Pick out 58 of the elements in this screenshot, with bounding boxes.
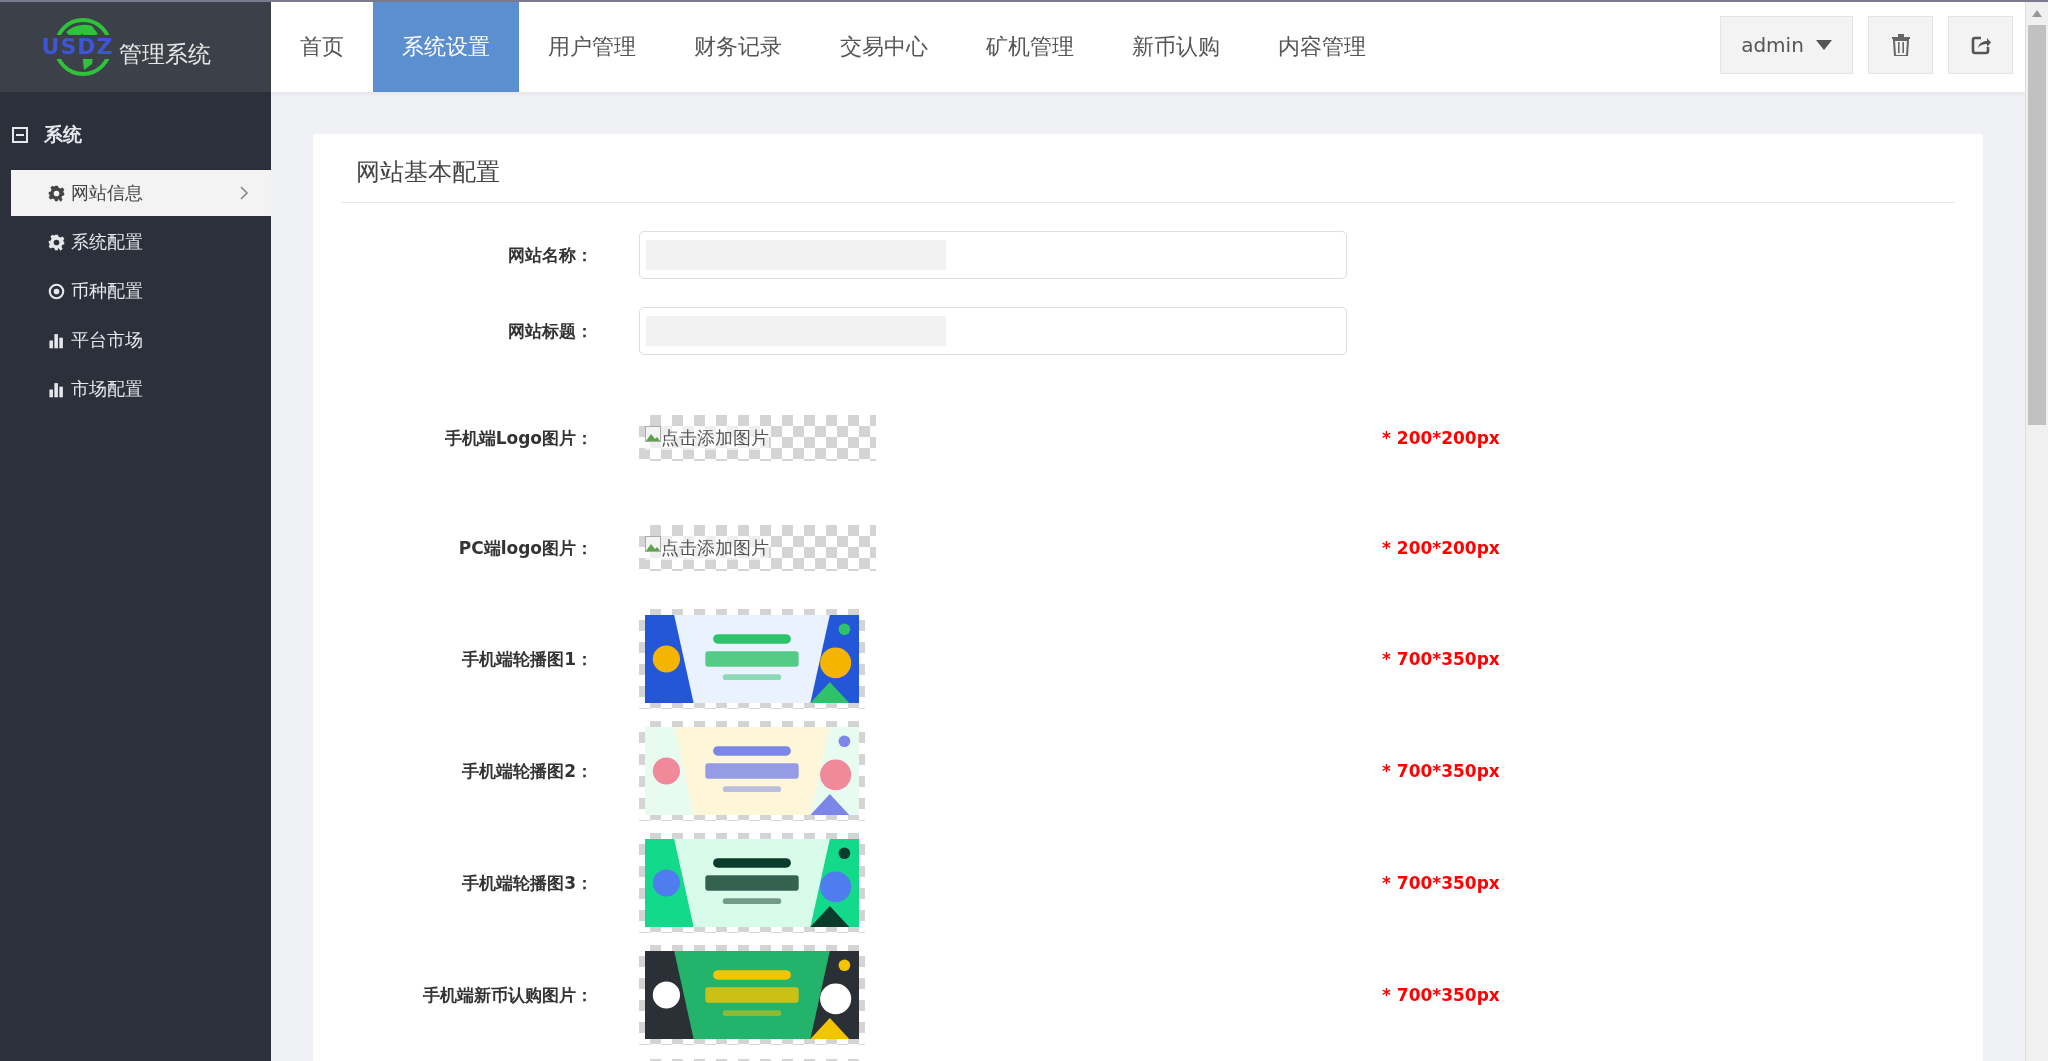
nav-tab[interactable]: 新币认购 — [1103, 2, 1249, 92]
sidebar-item[interactable]: 市场配置 — [11, 366, 271, 412]
nav-tab[interactable]: 用户管理 — [519, 2, 665, 92]
field-label: 手机端轮播图3： — [461, 871, 593, 895]
nav-tab[interactable]: 财务记录 — [665, 2, 811, 92]
item-label: 系统配置 — [71, 230, 143, 254]
nav-tab[interactable]: 首页 — [271, 2, 373, 92]
size-hint: * 200*200px — [1382, 428, 1500, 448]
nav-tab[interactable]: 内容管理 — [1249, 2, 1395, 92]
item-label: 平台市场 — [71, 328, 143, 352]
sidebar-group[interactable]: 系统 — [0, 120, 271, 150]
share-button[interactable] — [1948, 16, 2013, 74]
panel-title: 网站基本配置 — [341, 134, 1955, 203]
field-label: 手机端轮播图2： — [461, 759, 593, 783]
broken-image-icon — [645, 426, 661, 442]
caret-icon — [1815, 40, 1832, 50]
nav-tab[interactable]: 交易中心 — [811, 2, 957, 92]
image-upload[interactable]: 点击添加图片 — [639, 415, 876, 461]
field-label: 手机端轮播图1： — [461, 647, 593, 671]
sidebar-item[interactable]: 币种配置 — [11, 268, 271, 314]
trash-button[interactable] — [1868, 16, 1933, 74]
field-label: 网站标题： — [507, 319, 593, 343]
bar-chart-icon — [48, 331, 65, 349]
chevron-right-icon — [239, 185, 249, 201]
sidebar-item[interactable]: 系统配置 — [11, 219, 271, 265]
sidebar-item[interactable]: 网站信息 — [11, 170, 271, 216]
trash-icon — [1891, 34, 1910, 56]
field-label: 网站名称： — [507, 243, 593, 267]
bar-chart-icon — [48, 380, 65, 398]
group-label: 系统 — [44, 122, 82, 147]
broken-image-icon — [645, 536, 661, 552]
scroll-up-icon — [2032, 10, 2042, 17]
sidebar-item[interactable]: 平台市场 — [11, 317, 271, 363]
input-field[interactable] — [639, 307, 1347, 355]
field-label: PC端logo图片： — [457, 536, 593, 560]
image-alt-text: 点击添加图片 — [661, 426, 769, 450]
target-icon — [48, 282, 65, 300]
logo-text: 管理系统 — [119, 39, 212, 69]
share-icon — [1970, 35, 1991, 55]
input-field[interactable] — [639, 231, 1347, 279]
item-label: 市场配置 — [71, 377, 143, 401]
user-menu-button[interactable]: admin — [1720, 16, 1853, 74]
size-hint: * 700*350px — [1382, 761, 1500, 781]
size-hint: * 700*350px — [1382, 873, 1500, 893]
collapse-icon — [12, 127, 28, 143]
item-label: 币种配置 — [71, 279, 143, 303]
size-hint: * 200*200px — [1382, 538, 1500, 558]
item-label: 网站信息 — [71, 181, 143, 205]
size-hint: * 700*350px — [1382, 985, 1500, 1005]
image-alt-text: 点击添加图片 — [661, 536, 769, 560]
field-label: 手机端新币认购图片： — [422, 983, 593, 1007]
field-label: 手机端Logo图片： — [443, 426, 593, 450]
size-hint: * 700*350px — [1382, 649, 1500, 669]
image-upload[interactable]: 点击添加图片 — [639, 525, 876, 571]
gear-icon — [48, 184, 65, 202]
scrollbar[interactable] — [2025, 2, 2048, 1061]
nav-tab[interactable]: 矿机管理 — [957, 2, 1103, 92]
gear-icon — [48, 233, 65, 251]
